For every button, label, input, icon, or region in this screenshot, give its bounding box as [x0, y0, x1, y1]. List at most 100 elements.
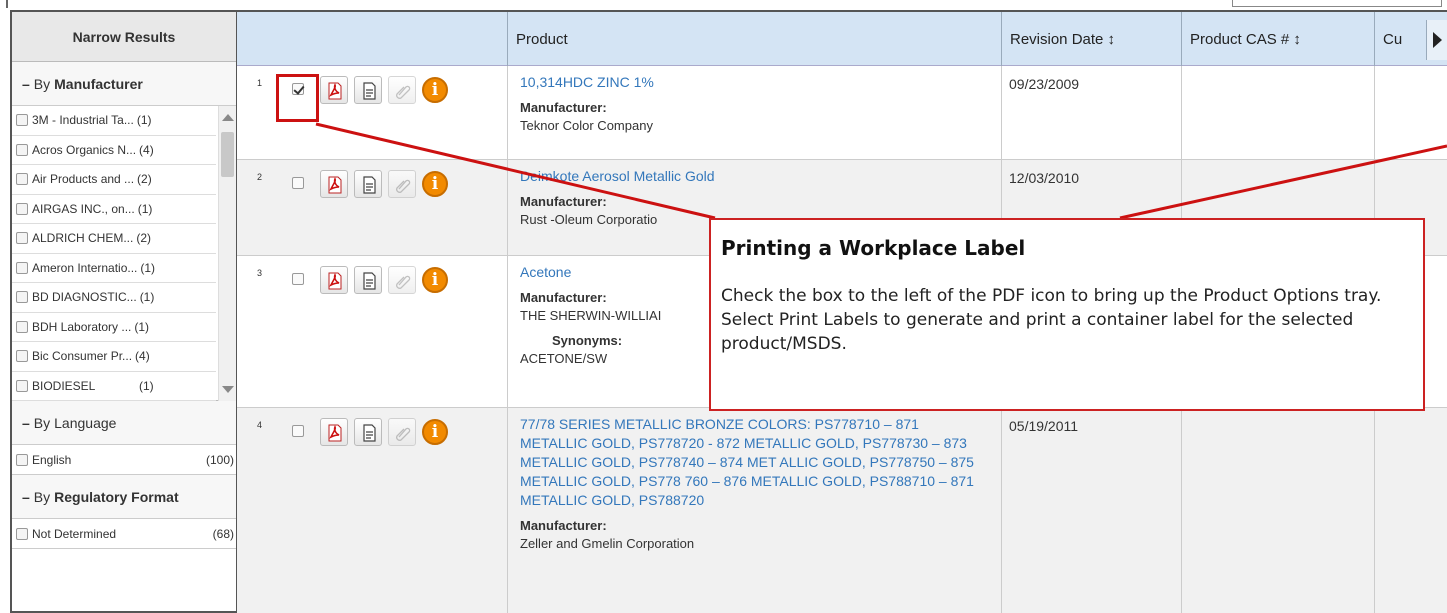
table-row: 4 i 77/78 SERIES METALLIC BRONZE COLORS:… [237, 408, 1447, 613]
checkbox[interactable] [16, 291, 28, 304]
column-label: Product [516, 30, 568, 48]
manufacturer-item[interactable]: Air Products and ... (2) [12, 165, 216, 195]
checkbox[interactable] [16, 350, 28, 363]
regulatory-format-item[interactable]: Not Determined (68) [12, 519, 236, 549]
row-checkbox[interactable] [292, 425, 304, 437]
row-checkbox[interactable] [292, 177, 304, 189]
cell-divider [1001, 66, 1002, 159]
checkbox[interactable] [16, 527, 28, 540]
pdf-icon[interactable] [320, 266, 348, 294]
column-cut[interactable]: Cu [1374, 12, 1434, 66]
checkbox[interactable] [16, 261, 28, 274]
cell-divider [1374, 66, 1375, 159]
section-prefix: By [33, 75, 51, 92]
collapse-icon: – [22, 75, 30, 92]
column-label: Revision Date ↕ [1010, 30, 1116, 48]
row-checkbox[interactable] [292, 273, 304, 285]
manufacturer-item[interactable]: BDH Laboratory ... (1) [12, 313, 216, 342]
manufacturer-name: AIRGAS INC., on... [32, 201, 135, 216]
by-manufacturer-toggle[interactable]: – By Manufacturer [12, 62, 236, 106]
scroll-up-icon[interactable] [222, 114, 234, 121]
checkbox[interactable] [16, 453, 28, 466]
manufacturer-scrollbar[interactable] [218, 106, 236, 401]
checkbox[interactable] [16, 320, 28, 333]
manufacturer-count: (1) [139, 290, 155, 305]
manufacturer-count: (2) [137, 172, 152, 187]
checkbox[interactable] [16, 143, 28, 156]
cell-divider [507, 160, 508, 255]
toolbar-edge [6, 0, 8, 8]
manufacturer-label: Manufacturer: [520, 100, 607, 115]
row-number: 3 [257, 268, 263, 278]
manufacturer-item[interactable]: 3M - Industrial Ta... (1) [12, 106, 216, 136]
manufacturer-value: Teknor Color Company [520, 118, 653, 133]
document-icon[interactable] [354, 418, 382, 446]
scroll-thumb[interactable] [221, 132, 234, 177]
info-icon[interactable]: i [422, 77, 448, 103]
cell-divider [507, 256, 508, 407]
row-number: 1 [257, 78, 263, 88]
cell-divider [1181, 408, 1182, 613]
column-revision-date[interactable]: Revision Date ↕ [1001, 12, 1181, 66]
manufacturer-item[interactable]: BD DIAGNOSTIC... (1) [12, 283, 216, 313]
by-language-toggle[interactable]: – By Language [12, 401, 236, 445]
checkbox[interactable] [16, 114, 28, 127]
scroll-down-icon[interactable] [222, 386, 234, 393]
checkbox[interactable] [16, 202, 28, 215]
revision-date: 05/19/2011 [1009, 418, 1079, 434]
manufacturer-name: Air Products and ... [32, 172, 135, 187]
cell-divider [507, 66, 508, 159]
document-icon[interactable] [354, 266, 382, 294]
manufacturer-item[interactable]: Bic Consumer Pr... (4) [12, 342, 216, 372]
section-label: Language [54, 414, 117, 431]
document-icon[interactable] [354, 76, 382, 104]
manufacturer-item[interactable]: AIRGAS INC., on... (1) [12, 195, 216, 224]
column-product-cas[interactable]: Product CAS # ↕ [1181, 12, 1374, 66]
arrow-right-icon [1433, 32, 1442, 48]
manufacturer-name: ALDRICH CHEM... [32, 231, 134, 246]
product-link[interactable]: 77/78 SERIES METALLIC BRONZE COLORS: PS7… [520, 415, 985, 510]
pdf-icon[interactable] [320, 76, 348, 104]
product-link[interactable]: 10,314HDC ZINC 1% [520, 73, 990, 92]
manufacturer-list: 3M - Industrial Ta... (1) Acros Organics … [12, 106, 236, 401]
checkbox[interactable] [16, 379, 28, 392]
narrow-results-panel: Narrow Results – By Manufacturer 3M - In… [10, 10, 236, 613]
manufacturer-count: (2) [136, 231, 152, 246]
regulatory-format-name: Not Determined [32, 526, 117, 541]
section-label: Manufacturer [54, 75, 143, 92]
manufacturer-item[interactable]: Acros Organics N... (4) [12, 136, 216, 165]
attachment-icon[interactable] [388, 76, 416, 104]
pdf-icon[interactable] [320, 170, 348, 198]
collapse-icon: – [22, 414, 30, 431]
by-regulatory-format-toggle[interactable]: – By Regulatory Format [12, 475, 236, 519]
row-number: 4 [257, 420, 263, 430]
manufacturer-item[interactable]: Ameron Internatio... (1) [12, 254, 216, 283]
manufacturer-value: Zeller and Gmelin Corporation [520, 536, 695, 551]
row-number: 2 [257, 172, 263, 182]
column-product[interactable]: Product [507, 12, 1007, 66]
info-icon[interactable]: i [422, 171, 448, 197]
language-count: (100) [205, 452, 234, 467]
manufacturer-count: (1) [137, 201, 153, 216]
info-icon[interactable]: i [422, 267, 448, 293]
attachment-icon[interactable] [388, 170, 416, 198]
info-icon[interactable]: i [422, 419, 448, 445]
manufacturer-count: (4) [135, 349, 150, 364]
manufacturer-count: (1) [139, 378, 154, 393]
search-box[interactable] [1232, 0, 1442, 7]
checkbox[interactable] [16, 232, 28, 245]
checkbox[interactable] [16, 173, 28, 186]
manufacturer-label: Manufacturer: [520, 518, 607, 533]
pdf-icon[interactable] [320, 418, 348, 446]
language-item[interactable]: English (100) [12, 445, 236, 475]
attachment-icon[interactable] [388, 418, 416, 446]
product-link[interactable]: Deimkote Aerosol Metallic Gold [520, 167, 990, 186]
collapse-icon: – [22, 488, 30, 505]
scroll-columns-right-button[interactable] [1426, 20, 1447, 60]
manufacturer-name: Ameron Internatio... [32, 260, 138, 275]
document-icon[interactable] [354, 170, 382, 198]
callout-text: Check the box to the left of the PDF ico… [721, 286, 1382, 354]
manufacturer-item[interactable]: BIODIESEL (1) [12, 372, 216, 401]
manufacturer-item[interactable]: ALDRICH CHEM... (2) [12, 224, 216, 254]
attachment-icon[interactable] [388, 266, 416, 294]
